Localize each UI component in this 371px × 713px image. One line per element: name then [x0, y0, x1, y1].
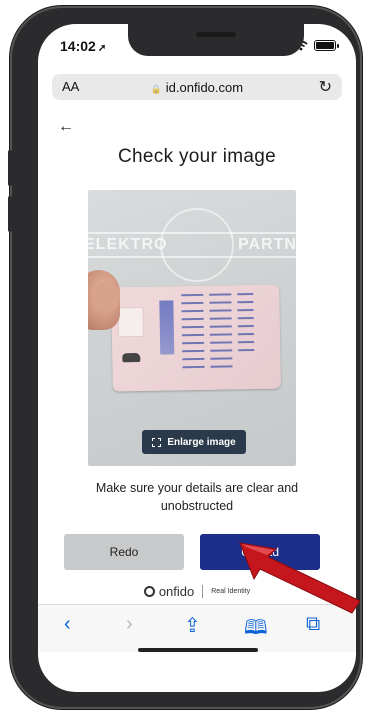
browser-forward-icon[interactable]: › [126, 613, 133, 636]
red-pointer-arrow [239, 542, 361, 614]
expand-icon [152, 437, 162, 447]
onfido-logo-icon [143, 586, 155, 597]
phone-side-button [8, 150, 12, 186]
bookmarks-icon[interactable]: 🕮 [244, 613, 268, 647]
url-text: id.onfido.com [165, 80, 244, 95]
car-icon [122, 352, 141, 363]
status-time: 14:02 ➚ [60, 38, 107, 54]
address-bar[interactable]: AA 🔒 id.onfido.com ↻ [52, 74, 342, 100]
home-indicator [138, 648, 258, 652]
tabs-icon[interactable]: ⧉ [306, 613, 320, 636]
driving-licence-card [111, 284, 281, 392]
url-field[interactable]: 🔒 id.onfido.com [52, 80, 342, 95]
redo-button[interactable]: Redo [64, 534, 184, 570]
watermark-text-left: ELEKTRO [88, 236, 168, 253]
back-arrow-icon[interactable]: ← [58, 118, 74, 136]
phone-notch [128, 24, 304, 56]
watermark-text-right: PARTNER [238, 236, 296, 253]
thumb [92, 282, 120, 312]
document-photo-preview: ELEKTRO PARTNER Enlarge image [88, 190, 296, 466]
share-icon[interactable]: ⇪ [184, 613, 201, 638]
lock-icon: 🔒 [150, 84, 163, 94]
enlarge-image-button[interactable]: Enlarge image [142, 430, 246, 454]
instruction-text: Make sure your details are clear and uno… [95, 481, 299, 513]
brand-name: onfido [158, 584, 195, 599]
reload-icon[interactable]: ↻ [319, 77, 332, 97]
watermark-logo [160, 208, 234, 282]
location-icon: ➚ [97, 43, 107, 54]
browser-back-icon[interactable]: ‹ [64, 613, 71, 636]
battery-icon [314, 40, 339, 51]
page-title: Check your image [118, 146, 276, 167]
enlarge-image-label: Enlarge image [167, 436, 236, 448]
phone-volume-button [8, 196, 12, 232]
